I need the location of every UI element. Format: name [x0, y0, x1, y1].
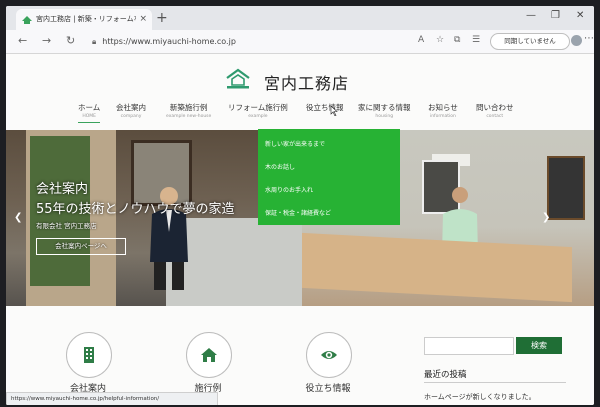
nav-item-new-house[interactable]: 新築施行例 example new-house — [166, 102, 211, 121]
nav-item-company[interactable]: 会社案内 company — [116, 102, 146, 121]
favorites-list-icon[interactable]: ☰ — [472, 35, 480, 45]
browser-window: 宮内工務店 | 新築・リフォームなど宮 × + — ❐ ✕ ← → ↻ 🔒︎ ht… — [6, 6, 594, 405]
close-window-button[interactable]: ✕ — [576, 10, 584, 21]
site-logo-icon[interactable] — [225, 68, 251, 90]
browser-tab[interactable]: 宮内工務店 | 新築・リフォームなど宮 × — [16, 9, 152, 30]
slider-prev-icon[interactable]: ❮ — [14, 212, 22, 223]
photo-table — [302, 232, 572, 303]
slider-next-icon[interactable]: ❯ — [542, 212, 550, 223]
favorite-star-icon[interactable]: ☆ — [436, 35, 444, 45]
nav-label: リフォーム施行例 — [228, 103, 288, 112]
collections-icon[interactable]: ⧉ — [454, 35, 460, 45]
active-indicator — [78, 122, 101, 123]
nav-item-home[interactable]: ホーム HOME — [78, 102, 101, 123]
house-icon — [201, 348, 217, 362]
nav-item-contact[interactable]: 問い合わせ contact — [476, 102, 514, 121]
helpful-info-dropdown: 新しい家が出来るまで 木のお話し 水周りのお手入れ 保証・税金・諸経費など — [258, 129, 400, 225]
recent-post-link[interactable]: ホームページが新しくなりました。 — [424, 392, 536, 402]
feature-company-button[interactable] — [66, 332, 112, 378]
web-page: 宮内工務店 ホーム HOME 会社案内 company 新築施行例 exampl… — [6, 54, 594, 405]
nav-label: 家に関する情報 — [358, 103, 411, 112]
tab-bar: 宮内工務店 | 新築・リフォームなど宮 × + — ❐ ✕ — [6, 6, 594, 30]
nav-label: 問い合わせ — [476, 103, 514, 112]
eye-icon — [321, 351, 337, 359]
tab-title: 宮内工務店 | 新築・リフォームなど宮 — [36, 15, 136, 23]
back-icon[interactable]: ← — [18, 33, 27, 49]
hero-tagline: 55年の技術とノウハウで夢の家造 — [36, 202, 235, 217]
new-tab-button[interactable]: + — [156, 8, 168, 28]
hero-heading: 会社案内 — [36, 182, 89, 197]
dropdown-item[interactable]: 新しい家が出来るまで — [265, 139, 325, 148]
nav-sublabel: HOME — [82, 114, 96, 119]
read-aloud-icon[interactable]: A — [418, 35, 424, 45]
divider — [424, 382, 566, 383]
slider-pagination — [262, 294, 316, 306]
recent-posts-title: 最近の投稿 — [424, 370, 467, 380]
nav-sublabel: contact — [486, 114, 504, 119]
nav-label: 会社案内 — [116, 103, 146, 112]
nav-label: 新築施行例 — [169, 103, 208, 112]
nav-item-housing[interactable]: 家に関する情報 housing — [358, 102, 411, 121]
search-button[interactable]: 検索 — [516, 337, 562, 354]
nav-sublabel: housing — [375, 114, 394, 119]
dropdown-item[interactable]: 木のお話し — [265, 162, 295, 171]
nav-label: お知らせ — [428, 103, 458, 112]
address-bar[interactable]: 🔒︎ https://www.miyauchi-home.co.jp — [92, 34, 402, 49]
forward-icon[interactable]: → — [42, 33, 51, 49]
feature-label[interactable]: 役立ち情報 — [288, 381, 368, 394]
global-nav: ホーム HOME 会社案内 company 新築施行例 example new-… — [6, 102, 594, 128]
nav-sublabel: information — [429, 114, 456, 119]
refresh-icon[interactable]: ↻ — [66, 33, 75, 49]
nav-item-information[interactable]: お知らせ information — [428, 102, 458, 121]
site-name[interactable]: 宮内工務店 — [264, 70, 349, 94]
sync-status-button[interactable]: 同期していません — [490, 33, 570, 50]
feature-works-button[interactable] — [186, 332, 232, 378]
status-bar-url: https://www.miyauchi-home.co.jp/helpful-… — [6, 392, 218, 405]
company-page-button[interactable]: 会社案内ページへ — [36, 238, 126, 255]
mouse-pointer-icon — [330, 106, 338, 116]
tab-close-icon[interactable]: × — [139, 9, 147, 30]
address-toolbar: ← → ↻ 🔒︎ https://www.miyauchi-home.co.jp … — [6, 30, 594, 54]
building-icon — [84, 347, 94, 363]
dropdown-item[interactable]: 保証・税金・諸経費など — [265, 208, 331, 217]
dropdown-item[interactable]: 水周りのお手入れ — [265, 185, 313, 194]
search-input[interactable] — [424, 337, 514, 355]
hero-company-name: 有限会社 宮内工務店 — [36, 222, 97, 230]
photo-window — [547, 156, 585, 220]
url-text: https://www.miyauchi-home.co.jp — [102, 37, 236, 46]
minimize-button[interactable]: — — [526, 10, 536, 21]
nav-item-reform[interactable]: リフォーム施行例 example — [228, 102, 288, 121]
nav-label: ホーム — [78, 103, 101, 112]
nav-sublabel: example — [248, 114, 268, 119]
profile-avatar[interactable] — [571, 35, 582, 46]
lock-icon: 🔒︎ — [92, 37, 97, 46]
maximize-button[interactable]: ❐ — [551, 10, 560, 21]
site-favicon-icon — [22, 16, 32, 24]
nav-sublabel: example new-house — [166, 114, 212, 119]
nav-sublabel: company — [120, 114, 142, 119]
more-menu-icon[interactable]: ⋯ — [584, 33, 594, 44]
feature-helpful-button[interactable] — [306, 332, 352, 378]
